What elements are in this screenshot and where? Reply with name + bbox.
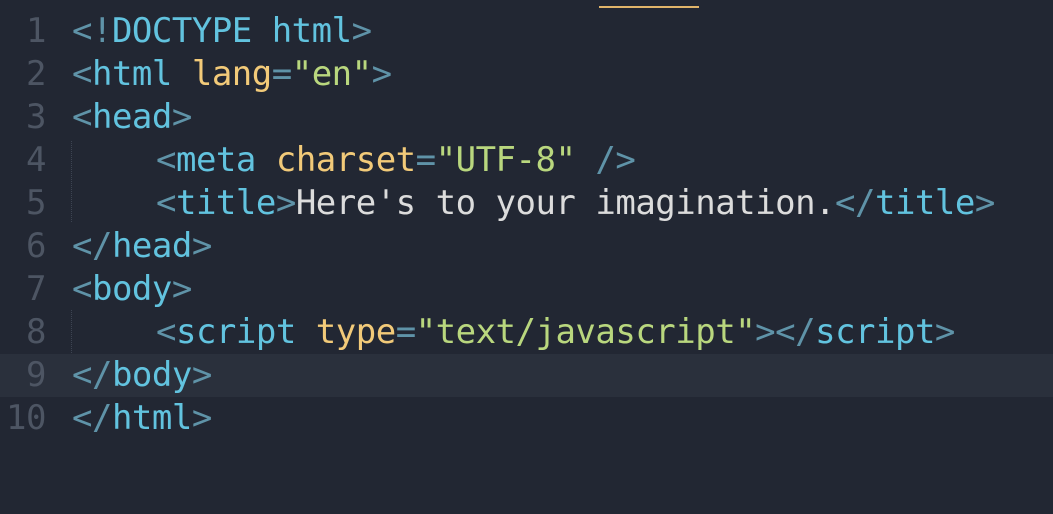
code-line[interactable]: 4 <meta charset="UTF-8" /> [0, 139, 1053, 182]
code-token: DOCTYPE html [111, 11, 352, 51]
line-number: 1 [26, 11, 46, 51]
code-token: </ [72, 398, 112, 438]
code-token: > [351, 11, 372, 51]
code-token: > [934, 312, 955, 352]
line-number: 6 [26, 226, 46, 266]
code-token: <! [72, 11, 112, 51]
code-token: > [191, 355, 212, 395]
code-token: </ [72, 355, 112, 395]
code-token: < [72, 97, 92, 137]
code-token: < [156, 183, 176, 223]
code-token: html [111, 398, 192, 438]
line-number: 10 [6, 398, 46, 438]
code-token: > [371, 54, 392, 94]
code-token: "UTF-8" [435, 140, 576, 180]
code-line[interactable]: 3 <head> [0, 96, 1053, 139]
line-number: 8 [26, 312, 46, 352]
code-token: type [315, 312, 396, 352]
line-number: 9 [26, 355, 46, 395]
code-token: meta [175, 140, 256, 180]
code-token: title [175, 183, 276, 223]
code-token: > [171, 269, 192, 309]
line-number: 7 [26, 269, 46, 309]
code-content[interactable]: </html> [72, 397, 212, 440]
code-editor[interactable]: 1 <!DOCTYPE html> 2 <html lang="en"> 3 <head>… [0, 0, 1053, 514]
code-token: head [91, 97, 172, 137]
code-token: head [111, 226, 192, 266]
code-content[interactable]: <meta charset="UTF-8" /> [156, 139, 636, 182]
code-token: ></ [755, 312, 816, 352]
code-token: = [271, 54, 292, 94]
code-token: = [395, 312, 416, 352]
code-token: </ [72, 226, 112, 266]
code-line[interactable]: 8 <script type="text/javascript"></script… [0, 311, 1053, 354]
code-token: Here's to your imagination. [295, 183, 836, 223]
code-token: < [72, 269, 92, 309]
code-token: title [874, 183, 975, 223]
code-content[interactable]: </body> [72, 354, 212, 397]
code-token: body [111, 355, 192, 395]
code-token: = [415, 140, 436, 180]
code-token: /> [575, 140, 636, 180]
code-line[interactable]: 7 <body> [0, 268, 1053, 311]
code-token: "text/javascript" [415, 312, 756, 352]
code-content[interactable]: </head> [72, 225, 212, 268]
code-content[interactable]: <script type="text/javascript"></script> [156, 311, 955, 354]
code-token: "en" [291, 54, 372, 94]
code-token: > [275, 183, 296, 223]
code-content[interactable]: <body> [72, 268, 192, 311]
code-token: > [191, 226, 212, 266]
code-content[interactable]: <!DOCTYPE html> [72, 10, 372, 53]
code-token: </ [835, 183, 875, 223]
code-token: > [171, 97, 192, 137]
code-line[interactable]: 1 <!DOCTYPE html> [0, 10, 1053, 53]
code-token: lang [191, 54, 272, 94]
code-token: script [815, 312, 935, 352]
code-line[interactable]: 2 <html lang="en"> [0, 53, 1053, 96]
code-token: < [156, 140, 176, 180]
code-content[interactable]: <title>Here's to your imagination.</titl… [156, 182, 995, 225]
line-number: 4 [26, 140, 46, 180]
code-token: body [91, 269, 172, 309]
code-token: script [175, 312, 296, 352]
line-number: 5 [26, 183, 46, 223]
code-token: < [72, 54, 92, 94]
line-number: 2 [26, 54, 46, 94]
code-line[interactable]: 5 <title>Here's to your imagination.</tit… [0, 182, 1053, 225]
code-token: > [191, 398, 212, 438]
code-token: html [91, 54, 172, 94]
active-tab-indicator [599, 6, 699, 8]
line-number: 3 [26, 97, 46, 137]
code-content[interactable]: <html lang="en"> [72, 53, 392, 96]
code-line[interactable]: 9 </body> [0, 354, 1053, 397]
code-token: < [156, 312, 176, 352]
code-line[interactable]: 6 </head> [0, 225, 1053, 268]
code-token: charset [275, 140, 416, 180]
code-content[interactable]: <head> [72, 96, 192, 139]
code-token: > [974, 183, 995, 223]
code-line[interactable]: 10 </html> [0, 397, 1053, 440]
